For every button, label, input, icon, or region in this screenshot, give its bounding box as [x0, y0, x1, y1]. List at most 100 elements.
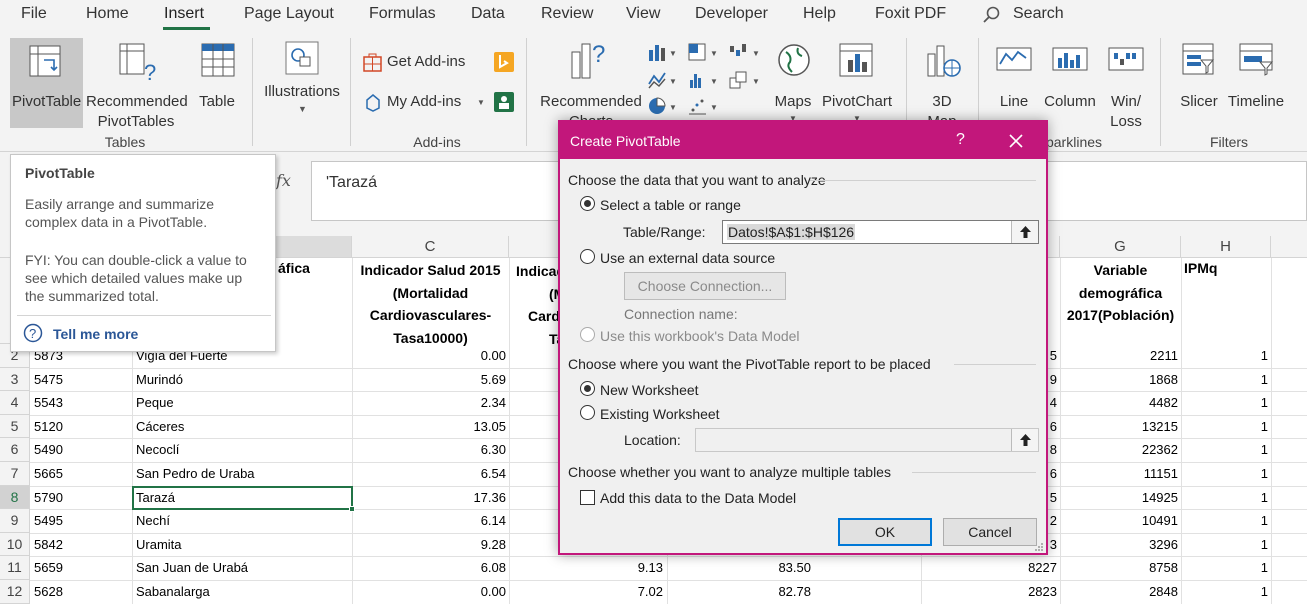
menu-review[interactable]: Review: [541, 5, 593, 23]
cell-g[interactable]: 14925: [1060, 490, 1178, 505]
cell-b[interactable]: Peque: [136, 395, 348, 410]
dialog-help-button[interactable]: ?: [956, 131, 965, 149]
choose-connection-button[interactable]: Choose Connection...: [624, 272, 786, 300]
sparkline-column-button[interactable]: Column: [1040, 38, 1100, 128]
cell-g[interactable]: 13215: [1060, 419, 1178, 434]
cell-g[interactable]: 3296: [1060, 537, 1178, 552]
menu-help[interactable]: Help: [803, 5, 836, 23]
cell-g[interactable]: 2848: [1060, 584, 1178, 599]
tell-me-more-link[interactable]: Tell me more: [53, 326, 138, 342]
maps-button[interactable]: Maps ▼: [770, 38, 816, 128]
cell-a[interactable]: 5628: [34, 584, 130, 599]
header-cell-b[interactable]: áfica: [278, 260, 310, 276]
statistic-chart-icon[interactable]: ▼: [688, 70, 720, 90]
cell-b[interactable]: San Juan de Urabá: [136, 560, 348, 575]
cell-a[interactable]: 5495: [34, 513, 130, 528]
header-cell-g[interactable]: Variable demográfica 2017(Población): [1062, 259, 1179, 327]
cell-f[interactable]: 8227: [921, 560, 1057, 575]
cell-g[interactable]: 10491: [1060, 513, 1178, 528]
location-collapse-button[interactable]: [1011, 429, 1038, 451]
get-addins-button[interactable]: Get Add-ins: [361, 50, 491, 74]
cell-h[interactable]: 1: [1181, 419, 1268, 434]
cell-c[interactable]: 13.05: [352, 419, 506, 434]
pie-chart-icon[interactable]: ▼: [648, 96, 678, 116]
cell-c[interactable]: 2.34: [352, 395, 506, 410]
collapse-dialog-button[interactable]: [1011, 221, 1038, 243]
cell-g[interactable]: 2211: [1060, 348, 1178, 363]
cell-f[interactable]: 2823: [921, 584, 1057, 599]
cell-c[interactable]: 17.36: [352, 490, 506, 505]
location-field[interactable]: [695, 428, 1039, 452]
add-data-model-label[interactable]: Add this data to the Data Model: [600, 490, 796, 506]
radio-existing-worksheet[interactable]: [580, 405, 595, 420]
insert-function-icon[interactable]: fx: [276, 171, 291, 190]
cell-a[interactable]: 5490: [34, 442, 130, 457]
bing-icon[interactable]: [494, 52, 514, 72]
cell-h[interactable]: 1: [1181, 490, 1268, 505]
cell-d[interactable]: 9.13: [509, 560, 663, 575]
radio-new-worksheet-label[interactable]: New Worksheet: [600, 382, 699, 398]
row-header[interactable]: 3: [0, 367, 30, 392]
cell-b[interactable]: Nechí: [136, 513, 348, 528]
resize-grip-icon[interactable]: [1034, 542, 1044, 552]
cell-c[interactable]: 6.54: [352, 466, 506, 481]
cell-b[interactable]: Murindó: [136, 372, 348, 387]
people-graph-icon[interactable]: [494, 92, 514, 112]
row-header[interactable]: 11: [0, 556, 30, 580]
radio-existing-worksheet-label[interactable]: Existing Worksheet: [600, 406, 720, 422]
ok-button[interactable]: OK: [838, 518, 932, 546]
cell-b[interactable]: Uramita: [136, 537, 348, 552]
cell-h[interactable]: 1: [1181, 466, 1268, 481]
cell-c[interactable]: 5.69: [352, 372, 506, 387]
hierarchy-chart-icon[interactable]: ▼: [688, 42, 720, 62]
cell-c[interactable]: 0.00: [352, 584, 506, 599]
row-header[interactable]: 4: [0, 391, 30, 415]
3d-map-button[interactable]: 3D Map: [918, 38, 966, 130]
cell-b[interactable]: Cáceres: [136, 419, 348, 434]
cell-c[interactable]: 6.30: [352, 442, 506, 457]
cell-c[interactable]: 6.14: [352, 513, 506, 528]
cell-a[interactable]: 5120: [34, 419, 130, 434]
cell-g[interactable]: 22362: [1060, 442, 1178, 457]
pivottable-button[interactable]: PivotTable: [10, 38, 83, 128]
cell-g[interactable]: 11151: [1060, 466, 1178, 481]
cell-g[interactable]: 4482: [1060, 395, 1178, 410]
radio-new-worksheet[interactable]: [580, 381, 595, 396]
column-header-i[interactable]: [1271, 236, 1307, 258]
menu-file[interactable]: File: [21, 5, 47, 23]
cell-d[interactable]: 7.02: [509, 584, 663, 599]
row-header[interactable]: 8: [0, 485, 30, 510]
column-header-c[interactable]: C: [352, 236, 509, 258]
column-chart-icon[interactable]: ▼: [648, 42, 678, 62]
cell-g[interactable]: 1868: [1060, 372, 1178, 387]
menu-view[interactable]: View: [626, 5, 660, 23]
cell-b[interactable]: Sabanalarga: [136, 584, 348, 599]
cell-a[interactable]: 5543: [34, 395, 130, 410]
cell-h[interactable]: 1: [1181, 372, 1268, 387]
row-header[interactable]: 7: [0, 462, 30, 486]
row-header[interactable]: 5: [0, 414, 30, 439]
row-header[interactable]: 10: [0, 532, 30, 557]
scatter-chart-icon[interactable]: ▼: [688, 96, 720, 116]
search-label[interactable]: Search: [1013, 5, 1064, 23]
recommended-pivottables-button[interactable]: ? Recommended PivotTables: [86, 38, 188, 130]
column-header-g[interactable]: G: [1060, 236, 1181, 258]
cell-a[interactable]: 5475: [34, 372, 130, 387]
cell-b[interactable]: Necoclí: [136, 442, 348, 457]
radio-data-model-label[interactable]: Use this workbook's Data Model: [600, 328, 800, 344]
row-header[interactable]: 6: [0, 438, 30, 462]
cell-a[interactable]: 5790: [34, 490, 130, 505]
combo-chart-icon[interactable]: ▼: [728, 70, 762, 90]
sparkline-line-button[interactable]: Line: [994, 38, 1034, 128]
timeline-button[interactable]: Timeline: [1226, 38, 1286, 128]
radio-external-source-label[interactable]: Use an external data source: [600, 250, 775, 266]
menu-foxit-pdf[interactable]: Foxit PDF: [875, 5, 946, 23]
pivotchart-button[interactable]: PivotChart ▼: [820, 38, 894, 128]
radio-external-source[interactable]: [580, 249, 595, 264]
cancel-button[interactable]: Cancel: [943, 518, 1037, 546]
cell-h[interactable]: 1: [1181, 560, 1268, 575]
cell-a[interactable]: 5659: [34, 560, 130, 575]
cell-h[interactable]: 1: [1181, 584, 1268, 599]
cell-a[interactable]: 5842: [34, 537, 130, 552]
table-range-field[interactable]: Datos!$A$1:$H$126: [722, 220, 1039, 244]
